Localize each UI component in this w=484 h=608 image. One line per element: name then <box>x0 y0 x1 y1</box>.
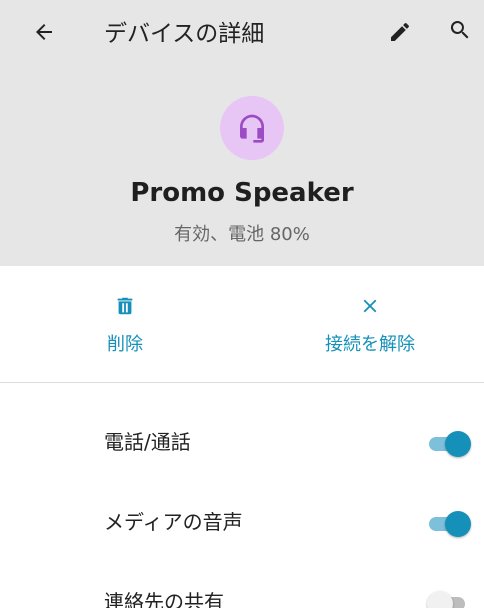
setting-label: 連絡先の共有 <box>104 590 224 608</box>
arrow-back-icon <box>36 24 52 40</box>
headset-icon <box>240 114 264 143</box>
contact-sharing-toggle[interactable] <box>427 590 471 608</box>
device-icon-badge <box>220 96 284 160</box>
setting-label: 電話/通話 <box>104 430 191 454</box>
section-divider <box>0 382 484 383</box>
back-button[interactable] <box>28 16 60 48</box>
disconnect-button[interactable]: 接続を解除 <box>300 292 440 356</box>
media-audio-toggle[interactable] <box>427 510 471 538</box>
setting-label: メディアの音声 <box>104 510 243 534</box>
app-bar: デバイスの詳細 <box>0 0 484 64</box>
delete-label: 削除 <box>107 334 143 355</box>
trash-icon <box>117 297 133 315</box>
device-header: デバイスの詳細 Promo Speaker 有効、電池 80% <box>0 0 484 266</box>
delete-button[interactable]: 削除 <box>100 292 150 356</box>
device-details-screen: デバイスの詳細 Promo Speaker 有効、電池 80% 削除 接続を解除… <box>0 0 484 608</box>
pencil-icon <box>391 23 409 41</box>
device-name: Promo Speaker <box>130 178 354 208</box>
page-title: デバイスの詳細 <box>104 21 265 47</box>
search-button[interactable] <box>444 14 476 46</box>
edit-button[interactable] <box>384 16 416 48</box>
setting-row-phone-calls[interactable]: 電話/通話 <box>0 408 484 468</box>
setting-row-media-audio[interactable]: メディアの音声 <box>0 488 484 548</box>
device-actions: 削除 接続を解除 <box>0 266 484 382</box>
setting-row-contact-sharing[interactable]: 連絡先の共有 <box>0 568 484 608</box>
device-status: 有効、電池 80% <box>174 224 310 245</box>
phone-calls-toggle[interactable] <box>427 430 471 458</box>
search-icon <box>450 21 469 39</box>
close-icon <box>363 299 377 313</box>
disconnect-label: 接続を解除 <box>325 334 415 355</box>
